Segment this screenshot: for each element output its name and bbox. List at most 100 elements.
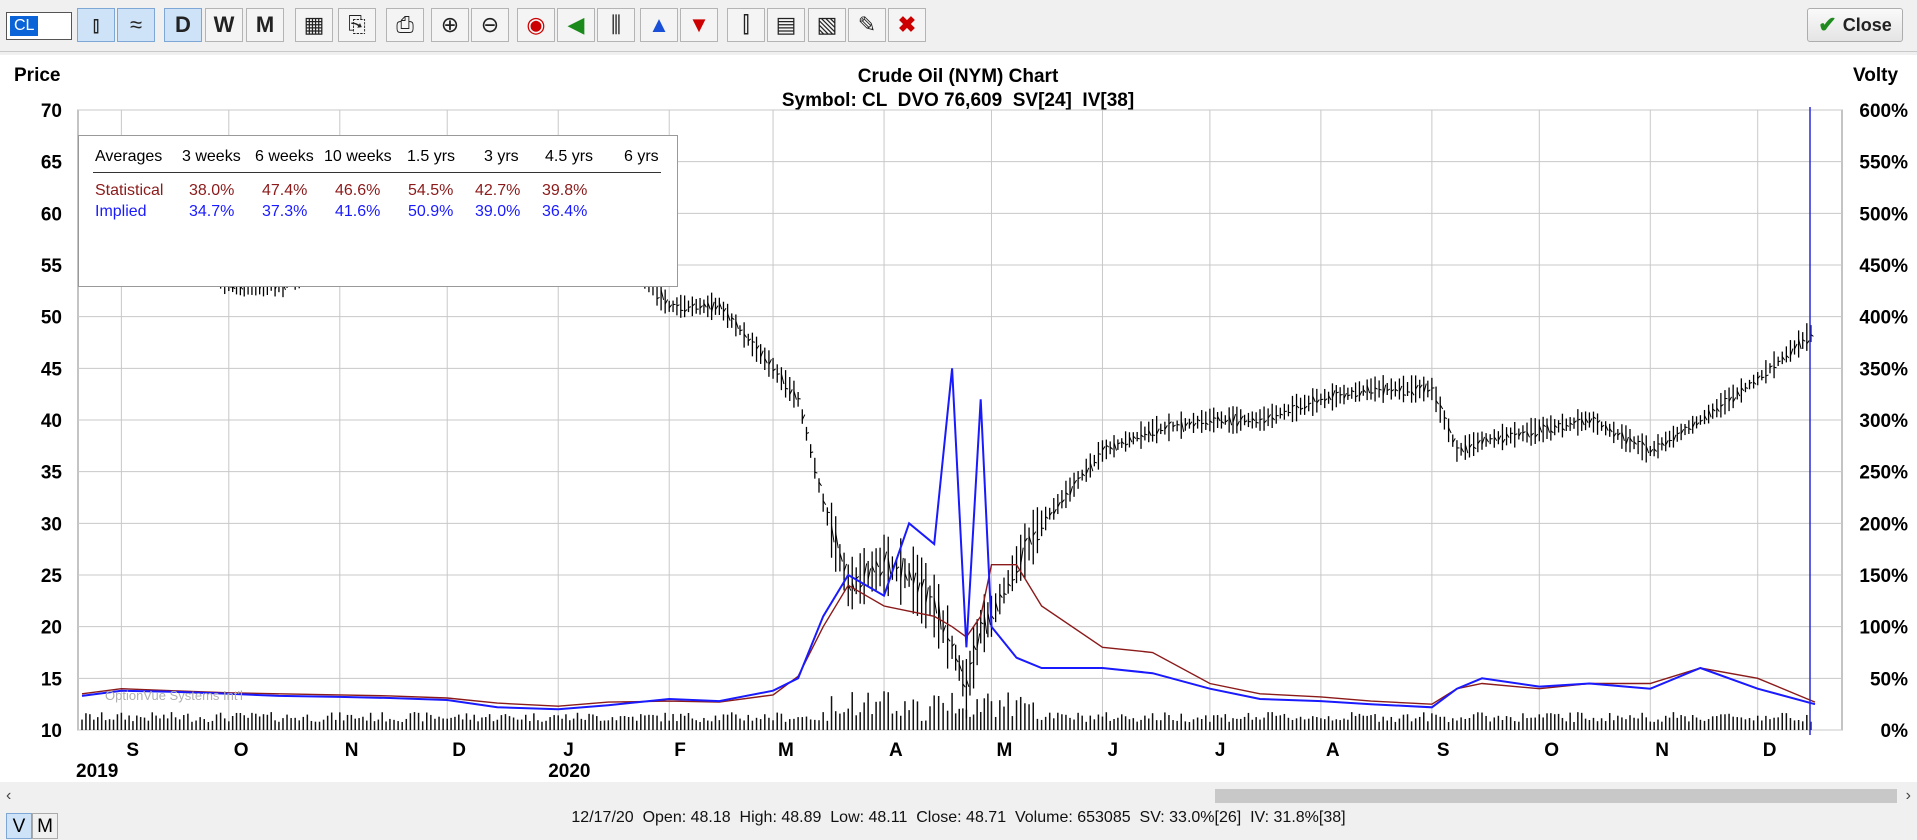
volty-tick-label: 400% (1859, 308, 1908, 329)
price-tick-label: 70 (41, 101, 62, 122)
daily-button[interactable]: D (164, 8, 202, 42)
statistical-10w: 46.6% (335, 182, 380, 200)
implied-3y: 39.0% (475, 203, 520, 221)
price-tick-label: 65 (41, 153, 63, 174)
year-tick-label: 2019 (76, 761, 118, 782)
chart-area: Crude Oil (NYM) Chart Symbol: CL DVO 76,… (0, 55, 1917, 782)
averages-col-4: 1.5 yrs (407, 148, 455, 166)
volty-tick-label: 150% (1859, 566, 1908, 587)
volty-tick-label: 450% (1859, 256, 1908, 277)
price-tick-label: 40 (41, 411, 62, 432)
target-icon[interactable]: ◉ (517, 8, 555, 42)
volty-tick-label: 550% (1859, 153, 1908, 174)
statistical-label: Statistical (95, 182, 163, 200)
price-tick-label: 20 (41, 618, 62, 639)
arrow-left-icon[interactable]: ◀ (557, 8, 595, 42)
price-tick-label: 50 (41, 308, 62, 329)
averages-col-2: 6 weeks (255, 148, 314, 166)
month-tick-label: S (1437, 740, 1450, 761)
symbol-input[interactable]: CL (6, 12, 72, 40)
price-tick (798, 398, 801, 399)
year-tick-label: 2020 (548, 761, 590, 782)
statistical-3y: 42.7% (475, 182, 520, 200)
zoom-in-icon[interactable]: ⊕ (431, 8, 469, 42)
price-tick (1658, 444, 1661, 445)
watermark: OptionVue Systems Int'l (105, 688, 243, 703)
monthly-button[interactable]: M (246, 8, 284, 42)
averages-col-0: Averages (95, 148, 162, 166)
volty-tick-label: 300% (1859, 411, 1908, 432)
price-tick (688, 307, 691, 308)
averages-col-5: 3 yrs (484, 148, 519, 166)
left-axis-label: Price (14, 65, 60, 86)
month-tick-label: N (345, 740, 359, 761)
palette-icon[interactable]: ▧ (808, 8, 846, 42)
chart-settings-icon[interactable]: ▦ (295, 8, 333, 42)
price-tick-label: 55 (41, 256, 63, 277)
price-tick (1379, 389, 1382, 390)
averages-col-6: 4.5 yrs (545, 148, 593, 166)
volty-tick-label: 0% (1881, 721, 1909, 742)
bar-chart-icon[interactable]: ⫾ (77, 8, 115, 42)
delete-icon[interactable]: ✖ (888, 8, 926, 42)
volty-tick-label: 600% (1859, 101, 1908, 122)
monthly-button-label: M (256, 12, 274, 38)
volty-tick-label: 50% (1870, 669, 1908, 690)
month-tick-label: J (563, 740, 574, 761)
month-tick-label: A (889, 740, 903, 761)
month-tick-label: D (452, 740, 466, 761)
line-chart-icon[interactable]: ≈ (117, 8, 155, 42)
volume-icon[interactable]: ⫿ (727, 8, 765, 42)
check-icon: ✔ (1818, 12, 1836, 38)
averages-col-3: 10 weeks (324, 148, 392, 166)
price-tick (752, 342, 755, 343)
print-icon[interactable]: ⎙ (386, 8, 424, 42)
month-tick-label: M (996, 740, 1012, 761)
price-tick (1094, 462, 1097, 463)
price-tick (1685, 427, 1688, 428)
month-tick-label: F (674, 740, 686, 761)
volty-tick-label: 350% (1859, 359, 1908, 380)
horizontal-scrollbar[interactable]: ‹ › (0, 786, 1917, 806)
indicator-icon[interactable]: ▤ (767, 8, 805, 42)
averages-col-1: 3 weeks (182, 148, 241, 166)
statistical-6w: 47.4% (262, 182, 307, 200)
price-tick-label: 10 (41, 721, 62, 742)
month-tick-label: M (778, 740, 794, 761)
toolbar: CL ⫾ ≈ D W M ▦ ⎘ ⎙ ⊕ ⊖ ◉ ◀ ⫼ ▲ ▼ ⫿ ▤ ▧ ✎… (0, 0, 1917, 52)
weekly-button[interactable]: W (205, 8, 243, 42)
symbol-input-value: CL (10, 16, 38, 36)
pencil-icon[interactable]: ✎ (848, 8, 886, 42)
price-tick (1340, 395, 1343, 396)
month-tick-label: S (126, 740, 139, 761)
implied-1-5y: 50.9% (408, 203, 453, 221)
close-button[interactable]: ✔Close (1807, 8, 1903, 42)
price-tick (777, 374, 780, 375)
month-tick-label: D (1763, 740, 1777, 761)
dividend-icon[interactable]: ▼ (680, 8, 718, 42)
statistical-3w: 38.0% (189, 182, 234, 200)
implied-10w: 41.6% (335, 203, 380, 221)
month-tick-label: N (1655, 740, 1669, 761)
price-tick (1137, 438, 1140, 439)
weekly-button-label: W (214, 12, 235, 38)
price-tick-label: 30 (41, 514, 62, 535)
status-bar: 12/17/20 Open: 48.18 High: 48.89 Low: 48… (0, 806, 1917, 830)
scroll-left-icon[interactable]: ‹ (6, 787, 11, 805)
price-tick-label: 45 (41, 359, 63, 380)
statistical-row: Statistical 38.0% 47.4% 46.6% 54.5% 42.7… (79, 182, 679, 204)
candlestick-icon[interactable]: ⫼ (597, 8, 635, 42)
averages-col-7: 6 yrs (624, 148, 659, 166)
scroll-right-icon[interactable]: › (1906, 787, 1911, 805)
earnings-icon[interactable]: ▲ (640, 8, 678, 42)
month-tick-label: O (1544, 740, 1559, 761)
price-tick-label: 35 (41, 463, 63, 484)
price-tick (1214, 418, 1217, 419)
scroll-thumb[interactable] (1215, 789, 1897, 803)
zoom-out-icon[interactable]: ⊖ (471, 8, 509, 42)
month-tick-label: J (1107, 740, 1118, 761)
implied-3w: 34.7% (189, 203, 234, 221)
implied-label: Implied (95, 203, 147, 221)
copy-icon[interactable]: ⎘ (338, 8, 376, 42)
price-tick (1778, 361, 1781, 362)
